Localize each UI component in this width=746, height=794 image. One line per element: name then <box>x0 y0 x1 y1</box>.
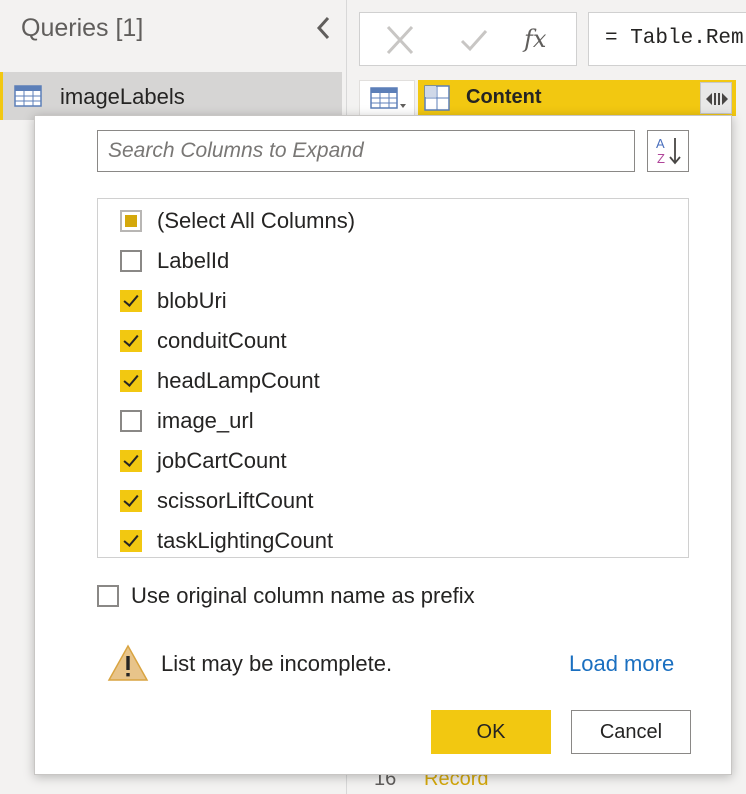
select-all-item[interactable]: (Select All Columns) <box>98 201 688 241</box>
column-item[interactable]: headLampCount <box>98 361 688 401</box>
svg-text:Z: Z <box>657 151 665 166</box>
column-item[interactable]: blobUri <box>98 281 688 321</box>
sort-az-icon: A Z <box>654 135 684 172</box>
fx-icon[interactable]: fx <box>524 25 560 59</box>
column-header-label: Content <box>466 86 542 108</box>
column-item[interactable]: taskLightingCount <box>98 521 688 557</box>
expand-column-button[interactable] <box>700 82 732 114</box>
column-checkbox[interactable] <box>120 290 142 312</box>
search-columns-input[interactable] <box>97 130 635 172</box>
column-checkbox[interactable] <box>120 370 142 392</box>
column-type-icon <box>424 85 450 116</box>
warning-icon <box>107 644 149 687</box>
column-header-content[interactable]: Content <box>418 80 736 116</box>
ok-button[interactable]: OK <box>431 710 551 754</box>
prefix-checkbox[interactable] <box>97 585 119 607</box>
formula-field[interactable]: = Table.Rem <box>588 12 746 66</box>
warning-text: List may be incomplete. <box>161 651 393 676</box>
column-checkbox[interactable] <box>120 490 142 512</box>
commit-formula-icon[interactable] <box>456 23 492 57</box>
column-item[interactable]: scissorLiftCount <box>98 481 688 521</box>
column-label: scissorLiftCount <box>157 488 314 513</box>
column-checkbox[interactable] <box>120 450 142 472</box>
table-menu-icon <box>370 87 408 116</box>
sort-columns-button[interactable]: A Z <box>647 130 689 172</box>
column-list: (Select All Columns) LabelId blobUri condu… <box>97 198 689 558</box>
load-more-link[interactable]: Load more <box>569 651 674 677</box>
prefix-option[interactable]: Use original column name as prefix <box>97 582 597 612</box>
column-label: image_url <box>157 408 254 433</box>
column-label: LabelId <box>157 248 230 273</box>
expand-columns-dialog: A Z (Select All Columns) LabelId blobUri c… <box>34 115 732 775</box>
collapse-chevron-icon[interactable] <box>313 14 335 42</box>
column-checkbox[interactable] <box>120 250 142 272</box>
column-label: conduitCount <box>157 328 287 353</box>
selection-accent <box>0 72 3 120</box>
column-item[interactable]: LabelId <box>98 241 688 281</box>
column-label: headLampCount <box>157 368 320 393</box>
cancel-formula-icon[interactable] <box>382 23 418 57</box>
column-item[interactable]: jobCartCount <box>98 441 688 481</box>
select-all-label: (Select All Columns) <box>157 208 356 233</box>
table-icon <box>14 85 42 112</box>
column-checkbox[interactable] <box>120 530 142 552</box>
query-item-imagelabels[interactable]: imageLabels <box>0 72 342 120</box>
column-label: blobUri <box>157 288 227 313</box>
cancel-button[interactable]: Cancel <box>571 710 691 754</box>
column-label: jobCartCount <box>157 448 287 473</box>
prefix-label: Use original column name as prefix <box>131 583 475 608</box>
select-all-checkbox[interactable] <box>120 210 142 232</box>
column-item[interactable]: image_url <box>98 401 688 441</box>
column-checkbox[interactable] <box>120 410 142 432</box>
column-label: taskLightingCount <box>157 528 334 553</box>
expand-arrows-icon <box>704 89 730 114</box>
svg-text:A: A <box>656 136 665 151</box>
column-item[interactable]: conduitCount <box>98 321 688 361</box>
queries-title: Queries [1] <box>21 14 144 42</box>
table-menu-button[interactable] <box>359 80 415 116</box>
formula-buttons: fx <box>359 12 577 66</box>
query-item-label: imageLabels <box>60 84 185 109</box>
column-checkbox[interactable] <box>120 330 142 352</box>
